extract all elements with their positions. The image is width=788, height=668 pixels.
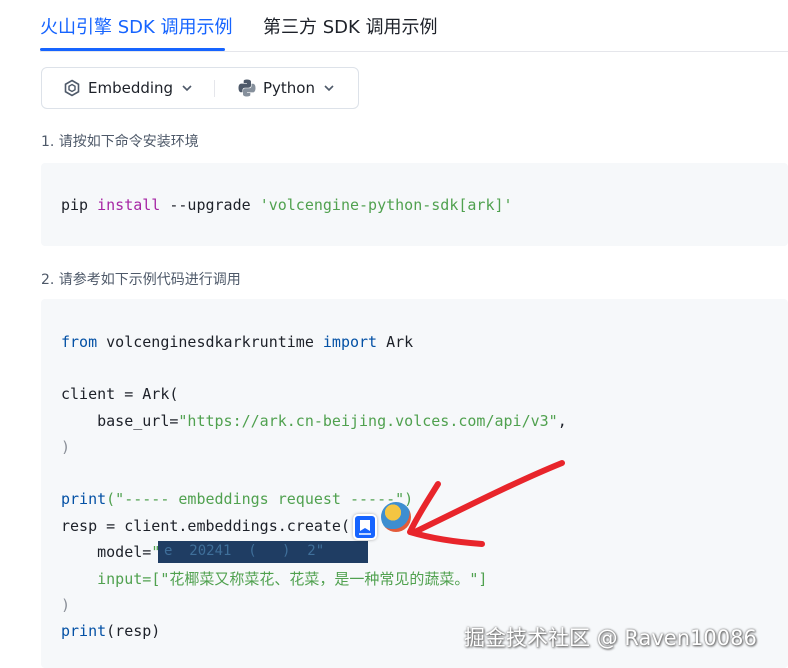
code-line: base_url="https://ark.cn-beijing.volces.… xyxy=(61,411,567,431)
code-token: ) xyxy=(61,596,71,614)
code-token: model= xyxy=(97,543,152,561)
code-line: print(resp) xyxy=(61,621,160,641)
code-token: , xyxy=(557,412,567,430)
code-token: client = Ark( xyxy=(61,385,179,403)
code-line: ) xyxy=(61,595,70,615)
embedding-model-icon xyxy=(62,78,82,98)
code-line: client = Ark( xyxy=(61,384,178,404)
code-token: --upgrade xyxy=(169,196,251,214)
chevron-down-icon xyxy=(181,82,193,94)
tab-volcengine-sdk[interactable]: 火山引擎 SDK 调用示例 xyxy=(40,16,233,40)
code-token: install xyxy=(97,196,161,214)
code-line: from volcenginesdkarkruntime import Ark xyxy=(61,332,413,352)
app-shortcut-icon[interactable] xyxy=(353,514,377,540)
code-line: resp = client.embeddings.create( xyxy=(61,516,350,536)
language-selector[interactable]: Python xyxy=(237,68,335,108)
code-token: 'volcengine-python-sdk[ark]' xyxy=(259,196,513,214)
code-token: (resp) xyxy=(106,622,161,640)
code-token: from xyxy=(61,333,98,351)
code-token: import xyxy=(322,333,378,351)
code-token: base_url= xyxy=(97,412,179,430)
step-usage-heading: 2. 请参考如下示例代码进行调用 xyxy=(41,272,241,288)
tab-third-party-sdk[interactable]: 第三方 SDK 调用示例 xyxy=(263,16,438,40)
install-command: pip install --upgrade 'volcengine-python… xyxy=(61,195,513,215)
active-tab-indicator xyxy=(40,48,225,51)
selector-bar: Embedding Python xyxy=(41,67,359,109)
install-code-block[interactable]: pip install --upgrade 'volcengine-python… xyxy=(41,163,788,246)
redacted-model-id-text: e 20241 ( ) 2" xyxy=(164,543,325,559)
code-line: print("----- embeddings request -----") xyxy=(61,489,413,509)
code-token: resp = client.embeddings.create( xyxy=(61,517,350,535)
code-token: volcenginesdkarkruntime xyxy=(106,333,314,351)
code-token: print xyxy=(61,622,107,640)
code-token: ["花椰菜又称菜花、花菜，是一种常见的蔬菜。"] xyxy=(151,570,488,588)
code-line: ) xyxy=(61,437,70,457)
model-selector-label: Embedding xyxy=(88,79,174,97)
code-token: "https://ark.cn-beijing.volces.com/api/v… xyxy=(178,412,558,430)
tab-bar: 火山引擎 SDK 调用示例 第三方 SDK 调用示例 xyxy=(40,0,788,52)
code-line: input=["花椰菜又称菜花、花菜，是一种常见的蔬菜。"] xyxy=(61,569,487,589)
browser-extension-icon[interactable] xyxy=(381,502,411,532)
code-token: ) xyxy=(61,438,71,456)
code-token: pip xyxy=(61,196,89,214)
selector-divider xyxy=(214,80,215,97)
python-icon xyxy=(237,78,257,98)
sample-code-block[interactable]: from volcenginesdkarkruntime import Ark … xyxy=(41,299,788,668)
language-selector-label: Python xyxy=(263,79,315,97)
code-line: model=" xyxy=(61,542,160,562)
code-token: input= xyxy=(97,570,152,588)
step-install-heading: 1. 请按如下命令安装环境 xyxy=(41,134,199,150)
chevron-down-icon xyxy=(323,82,335,94)
code-token: ("----- embeddings request -----") xyxy=(106,490,414,508)
code-token: print xyxy=(61,490,107,508)
model-selector[interactable]: Embedding xyxy=(62,68,193,108)
watermark-text: 掘金技术社区 @ Raven10086 xyxy=(464,626,757,650)
code-token: Ark xyxy=(386,333,414,351)
